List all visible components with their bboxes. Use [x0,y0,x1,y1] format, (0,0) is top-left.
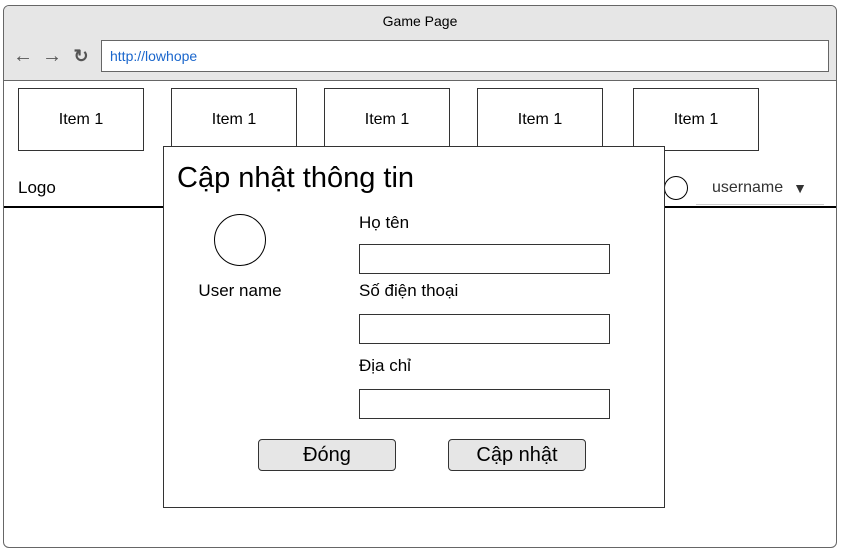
forward-arrow-icon[interactable]: → [41,45,63,67]
logo[interactable]: Logo [18,178,56,198]
browser-window: Game Page ← → ↻ Item 1 Item 1 Item 1 Ite… [3,5,837,548]
name-label: Họ tên [359,213,410,232]
update-info-modal: Cập nhật thông tin User name Họ tên Số đ… [163,146,665,508]
name-input[interactable] [359,244,610,274]
user-menu[interactable]: username ▼ [696,171,824,205]
profile-avatar [214,214,266,266]
url-input[interactable] [102,41,828,71]
nav-item-2[interactable]: Item 1 [171,88,297,151]
username-label: username [712,178,784,196]
window-title: Game Page [382,13,458,29]
nav-item-4[interactable]: Item 1 [477,88,603,151]
phone-input[interactable] [359,314,610,344]
browser-chrome: Game Page ← → ↻ [4,6,836,81]
nav-item-1[interactable]: Item 1 [18,88,144,151]
phone-label: Số điện thoại [359,281,459,300]
user-avatar[interactable] [664,176,688,200]
caret-down-icon: ▼ [793,179,808,196]
nav-item-5[interactable]: Item 1 [633,88,759,151]
update-button[interactable]: Cập nhật [448,439,586,471]
reload-icon[interactable]: ↻ [70,45,92,67]
modal-title: Cập nhật thông tin [177,162,415,194]
nav-item-3[interactable]: Item 1 [324,88,450,151]
close-button[interactable]: Đóng [258,439,396,471]
profile-name: User name [198,281,282,300]
back-arrow-icon[interactable]: ← [12,45,34,67]
url-bar[interactable] [101,40,829,72]
address-label: Địa chỉ [359,356,411,375]
address-input[interactable] [359,389,610,419]
